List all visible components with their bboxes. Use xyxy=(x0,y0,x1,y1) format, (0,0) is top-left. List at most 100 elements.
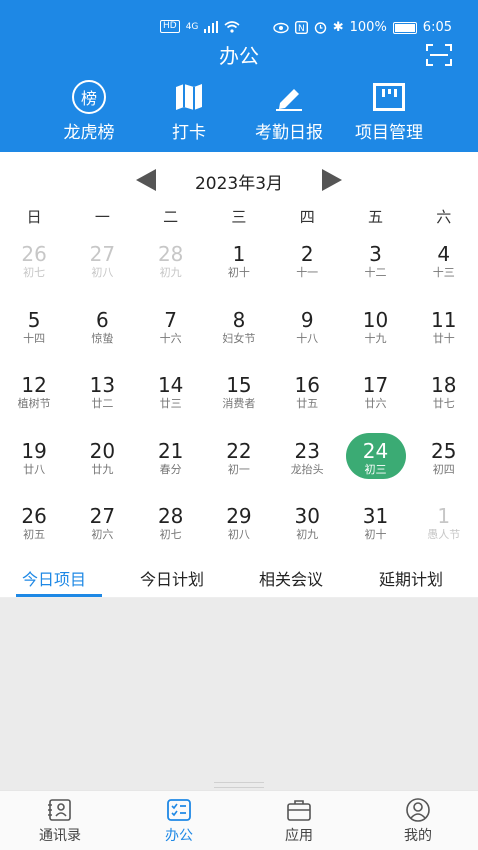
nav-label: 办公 xyxy=(165,828,193,844)
calendar-day[interactable]: 30 初九 xyxy=(273,498,341,564)
shortcut-leaderboard[interactable]: 榜 龙虎榜 xyxy=(39,80,139,143)
tab-related-meetings[interactable]: 相关会议 xyxy=(259,566,323,590)
lunar-date: 植树节 xyxy=(17,397,51,410)
lunar-date: 廿三 xyxy=(159,397,182,410)
calendar-day[interactable]: 13 廿二 xyxy=(68,367,136,433)
lunar-date: 惊蛰 xyxy=(91,331,114,345)
day-number: 13 xyxy=(89,373,116,397)
calendar-day[interactable]: 27 初八 xyxy=(68,236,136,302)
calendar-day[interactable]: 18 廿七 xyxy=(410,367,478,433)
calendar-day[interactable]: 28 初九 xyxy=(137,236,205,302)
day-number: 27 xyxy=(89,504,116,528)
shortcut-project-management[interactable]: 项目管理 xyxy=(339,80,439,143)
lunar-date: 初八 xyxy=(91,266,114,279)
signal-indicator: 4G xyxy=(185,21,199,32)
calendar-day[interactable]: 12 植树节 xyxy=(0,367,68,433)
lunar-date: 初一 xyxy=(227,462,250,476)
day-number: 21 xyxy=(157,438,184,463)
prev-month-icon[interactable] xyxy=(136,169,156,191)
day-number: 27 xyxy=(89,242,116,266)
lunar-date: 初四 xyxy=(432,462,455,476)
calendar-day[interactable]: 1 愚人节 xyxy=(410,498,478,564)
lunar-date: 初三 xyxy=(364,462,387,476)
calendar-week-row: 26 初五 27 初六 28 初七 29 初八 30 初九 31 初十 1 愚人节 xyxy=(0,498,478,564)
shortcut-label: 考勤日报 xyxy=(255,123,323,143)
page-title: 办公 xyxy=(219,44,259,68)
lunar-date: 初九 xyxy=(159,266,182,279)
nav-office[interactable]: 办公 xyxy=(139,797,219,845)
shortcut-attendance-report[interactable]: 考勤日报 xyxy=(239,80,339,143)
lunar-date: 愚人节 xyxy=(427,528,461,541)
calendar-day[interactable]: 5 十四 xyxy=(0,302,68,368)
tab-delayed-plans[interactable]: 延期计划 xyxy=(379,566,443,590)
nav-contacts[interactable]: 通讯录 xyxy=(20,797,100,845)
calendar-day[interactable]: 14 廿三 xyxy=(137,367,205,433)
day-number: 26 xyxy=(21,242,47,266)
calendar-day[interactable]: 10 十九 xyxy=(341,302,409,368)
calendar-day[interactable]: 23 龙抬头 xyxy=(273,433,341,499)
status-bar: HD 4G N ✱ 100% 6:05 xyxy=(0,18,478,40)
day-number: 17 xyxy=(362,373,389,397)
map-icon xyxy=(176,84,202,110)
battery-icon xyxy=(392,21,417,34)
calendar-day[interactable]: 11 廿十 xyxy=(410,302,478,368)
calendar-day[interactable]: 7 十六 xyxy=(137,302,205,368)
svg-text:N: N xyxy=(298,24,305,34)
lunar-date: 初七 xyxy=(23,266,46,279)
day-number: 12 xyxy=(21,373,47,397)
calendar-day[interactable]: 3 十二 xyxy=(341,236,409,302)
weekday-label: 四 xyxy=(299,208,315,226)
nav-apps[interactable]: 应用 xyxy=(259,797,339,845)
day-number: 18 xyxy=(431,373,457,397)
calendar-day[interactable]: 28 初七 xyxy=(137,498,205,564)
lunar-date: 十四 xyxy=(23,331,46,345)
day-number: 29 xyxy=(226,504,252,528)
calendar-day[interactable]: 26 初五 xyxy=(0,498,68,564)
day-number: 1 xyxy=(437,504,451,528)
scan-icon[interactable] xyxy=(426,44,452,66)
calendar-day[interactable]: 19 廿八 xyxy=(0,433,68,499)
calendar-day[interactable]: 29 初八 xyxy=(205,498,273,564)
day-number: 14 xyxy=(157,373,184,397)
day-number: 31 xyxy=(362,504,389,528)
calendar-day-today[interactable]: 24 初三 xyxy=(341,432,409,499)
calendar-day[interactable]: 21 春分 xyxy=(137,433,205,499)
calendar-day[interactable]: 15 消费者 xyxy=(205,367,273,433)
shortcut-checkin[interactable]: 打卡 xyxy=(139,80,239,143)
lunar-date: 廿十 xyxy=(432,331,455,345)
drag-handle[interactable] xyxy=(214,782,264,788)
tab-today-projects[interactable]: 今日项目 xyxy=(22,566,86,590)
nav-label: 通讯录 xyxy=(39,828,81,844)
calendar-day[interactable]: 27 初六 xyxy=(68,498,136,564)
tab-today-plan[interactable]: 今日计划 xyxy=(140,566,204,590)
calendar-day[interactable]: 4 十三 xyxy=(410,236,478,302)
nav-mine[interactable]: 我的 xyxy=(378,797,458,845)
calendar-day[interactable]: 26 初七 xyxy=(0,236,68,302)
calendar-day[interactable]: 2 十一 xyxy=(273,236,341,302)
lunar-date: 初十 xyxy=(227,266,250,279)
calendar-week-row: 12 植树节 13 廿二 14 廿三 15 消费者 16 廿五 17 廿六 18 廿七 xyxy=(0,367,478,433)
calendar-day[interactable]: 8 妇女节 xyxy=(205,302,273,368)
wifi-icon xyxy=(224,20,240,33)
lunar-date: 十三 xyxy=(432,266,455,279)
calendar-day[interactable]: 1 初十 xyxy=(205,236,273,302)
lunar-date: 廿七 xyxy=(432,397,455,410)
day-number: 24 xyxy=(362,438,389,463)
calendar-day[interactable]: 9 十八 xyxy=(273,302,341,368)
day-number: 1 xyxy=(232,242,246,266)
calendar-day[interactable]: 31 初十 xyxy=(341,498,409,564)
next-month-icon[interactable] xyxy=(322,169,342,191)
calendar-day[interactable]: 16 廿五 xyxy=(273,367,341,433)
calendar-day[interactable]: 22 初一 xyxy=(205,433,273,499)
battery-level: 100% xyxy=(349,20,387,35)
lunar-date: 初六 xyxy=(91,528,114,541)
calendar-day[interactable]: 17 廿六 xyxy=(341,367,409,433)
calendar-day[interactable]: 20 廿九 xyxy=(68,433,136,499)
calendar-day[interactable]: 6 惊蛰 xyxy=(68,302,136,368)
lunar-date: 十一 xyxy=(296,266,319,279)
lunar-date: 妇女节 xyxy=(222,331,256,345)
board-icon xyxy=(373,83,405,111)
shortcut-bar: 榜 龙虎榜 打卡 考勤日报 项目管理 xyxy=(0,80,478,148)
calendar-day[interactable]: 25 初四 xyxy=(410,433,478,499)
day-number: 9 xyxy=(300,307,314,332)
